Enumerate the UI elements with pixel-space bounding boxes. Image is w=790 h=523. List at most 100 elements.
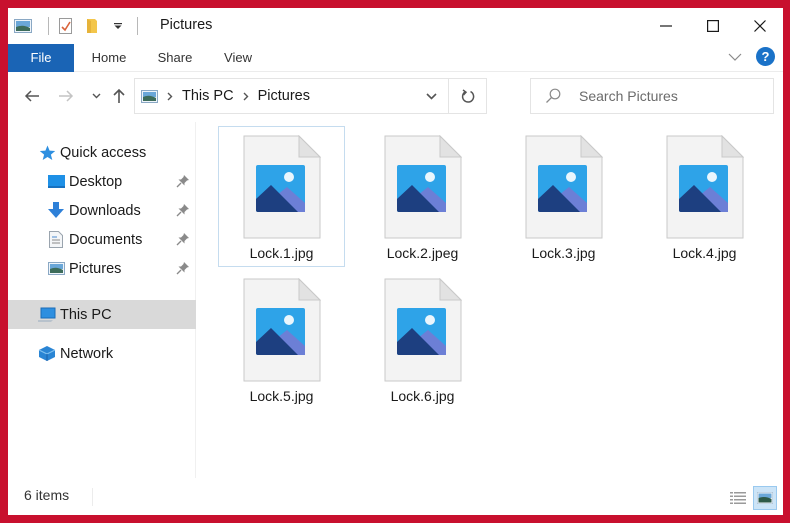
documents-icon <box>47 231 65 249</box>
large-icons-view-icon <box>757 492 773 504</box>
arrow-up-icon <box>113 88 125 103</box>
sidebar-item-pictures[interactable]: Pictures <box>8 254 196 283</box>
pin-icon[interactable] <box>176 174 190 192</box>
pictures-app-icon[interactable] <box>14 17 32 35</box>
details-view-icon <box>730 492 746 504</box>
file-list: Lock.1.jpg Lock.2.jpeg Lock.3.jpg Lock.4… <box>197 122 783 478</box>
chevron-down-icon <box>425 92 437 100</box>
search-input[interactable] <box>579 88 759 104</box>
tab-share[interactable]: Share <box>145 44 205 72</box>
minimize-icon <box>659 25 672 27</box>
minimize-button[interactable] <box>642 8 689 44</box>
breadcrumb-chevron-icon[interactable] <box>243 92 249 101</box>
image-file-icon <box>384 134 463 244</box>
search-icon <box>545 88 561 104</box>
status-divider <box>92 488 93 506</box>
file-item-lock-6[interactable]: Lock.6.jpg <box>359 269 486 410</box>
image-file-icon <box>525 134 604 244</box>
sidebar-item-label: Desktop <box>69 173 123 190</box>
image-file-icon <box>384 277 463 387</box>
search-box[interactable] <box>530 78 774 114</box>
file-explorer-window: Pictures File Home Share View ? This PC … <box>8 8 783 515</box>
sidebar-item-this-pc[interactable]: This PC <box>8 300 196 329</box>
file-name: Lock.2.jpeg <box>386 245 459 261</box>
this-pc-icon <box>38 306 56 324</box>
arrow-left-icon <box>24 90 39 102</box>
tab-file[interactable]: File <box>8 44 74 72</box>
file-name: Lock.6.jpg <box>390 388 455 404</box>
navigation-pane: Quick access Desktop Downloads Documents… <box>8 122 196 478</box>
image-file-icon <box>666 134 745 244</box>
expand-ribbon-button[interactable] <box>728 53 742 61</box>
file-name: Lock.4.jpg <box>672 245 737 261</box>
quick-access-toolbar <box>14 16 146 36</box>
title-bar: Pictures <box>8 8 783 44</box>
status-bar: 6 items <box>8 478 783 515</box>
desktop-icon <box>47 173 65 191</box>
item-count: 6 items <box>24 487 70 503</box>
breadcrumb-pictures[interactable]: Pictures <box>258 88 310 104</box>
properties-icon[interactable] <box>57 17 75 35</box>
breadcrumb-chevron-icon[interactable] <box>167 92 173 101</box>
sidebar-item-documents[interactable]: Documents <box>8 225 196 254</box>
chevron-down-icon <box>92 93 100 99</box>
ribbon-controls: ? <box>728 47 775 66</box>
details-view-button[interactable] <box>727 487 749 509</box>
close-icon <box>753 20 766 32</box>
tab-home[interactable]: Home <box>78 44 140 72</box>
file-item-lock-2[interactable]: Lock.2.jpeg <box>359 126 486 267</box>
sidebar-item-desktop[interactable]: Desktop <box>8 167 196 196</box>
pictures-icon <box>47 260 65 278</box>
maximize-button[interactable] <box>689 8 736 44</box>
help-button[interactable]: ? <box>756 47 775 66</box>
window-title: Pictures <box>160 17 213 33</box>
back-button[interactable] <box>22 86 42 106</box>
arrow-right-icon <box>59 90 74 102</box>
file-item-lock-4[interactable]: Lock.4.jpg <box>641 126 768 267</box>
window-controls <box>642 8 783 44</box>
toolbar-divider <box>137 17 138 35</box>
customize-dropdown-icon[interactable] <box>109 17 127 35</box>
image-file-icon <box>243 134 322 244</box>
large-icons-view-button[interactable] <box>753 486 777 510</box>
sidebar-item-network[interactable]: Network <box>8 339 196 368</box>
close-button[interactable] <box>736 8 783 44</box>
file-item-lock-5[interactable]: Lock.5.jpg <box>218 269 345 410</box>
toolbar-divider <box>48 17 49 35</box>
pin-icon[interactable] <box>176 232 190 250</box>
pictures-location-icon <box>141 89 158 103</box>
up-button[interactable] <box>109 86 129 106</box>
file-item-lock-3[interactable]: Lock.3.jpg <box>500 126 627 267</box>
star-icon <box>38 144 56 162</box>
recent-locations-button[interactable] <box>86 86 106 106</box>
tab-view[interactable]: View <box>210 44 266 72</box>
new-folder-icon[interactable] <box>83 17 101 35</box>
downloads-icon <box>47 202 65 220</box>
sidebar-item-label: This PC <box>60 306 112 323</box>
sidebar-item-quick-access[interactable]: Quick access <box>8 138 196 167</box>
refresh-button[interactable] <box>448 79 486 113</box>
file-name: Lock.3.jpg <box>531 245 596 261</box>
sidebar-item-downloads[interactable]: Downloads <box>8 196 196 225</box>
forward-button[interactable] <box>56 86 76 106</box>
address-history-dropdown[interactable] <box>414 79 448 113</box>
maximize-icon <box>706 20 719 32</box>
sidebar-item-label: Network <box>60 345 114 362</box>
address-bar[interactable]: This PC Pictures <box>134 78 487 114</box>
sidebar-item-label: Quick access <box>60 144 147 161</box>
breadcrumb-this-pc[interactable]: This PC <box>182 88 234 104</box>
network-icon <box>38 345 56 363</box>
refresh-icon <box>461 88 474 103</box>
navigation-bar: This PC Pictures <box>8 72 783 122</box>
sidebar-item-label: Pictures <box>69 260 122 277</box>
pin-icon[interactable] <box>176 261 190 279</box>
sidebar-item-label: Downloads <box>69 202 141 219</box>
file-name: Lock.1.jpg <box>249 245 314 261</box>
file-item-lock-1[interactable]: Lock.1.jpg <box>218 126 345 267</box>
sidebar-item-label: Documents <box>69 231 143 248</box>
file-name: Lock.5.jpg <box>249 388 314 404</box>
image-file-icon <box>243 277 322 387</box>
pin-icon[interactable] <box>176 203 190 221</box>
chevron-down-icon <box>728 53 742 61</box>
ribbon-tabs: File Home Share View ? <box>8 44 783 72</box>
